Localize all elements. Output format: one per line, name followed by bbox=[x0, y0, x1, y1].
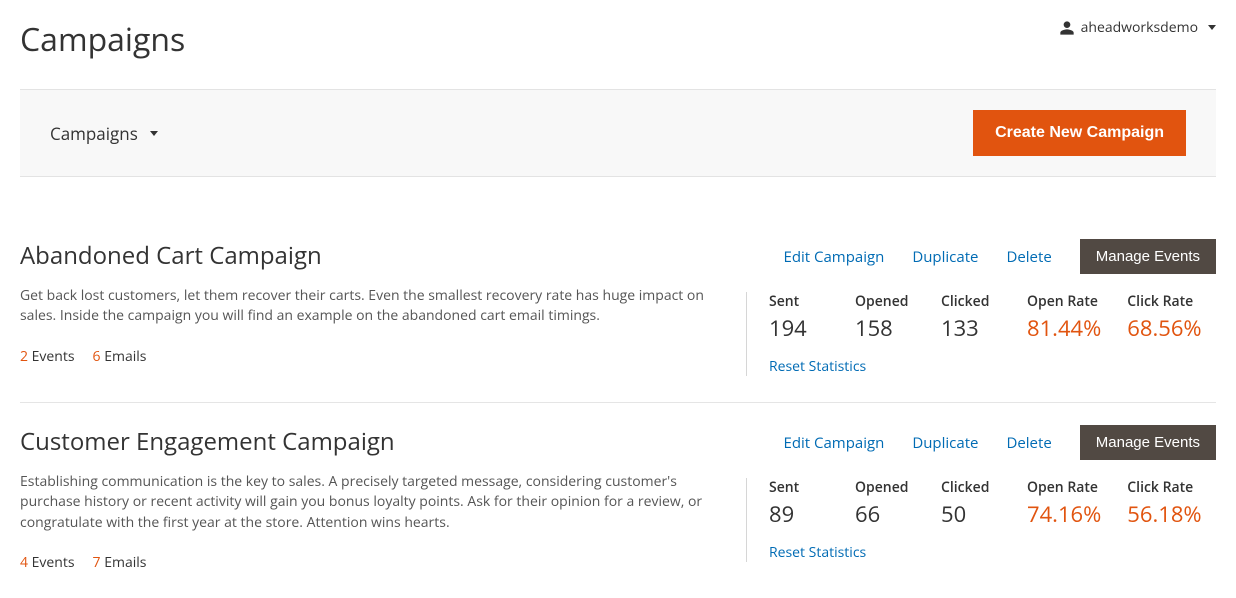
stat-label: Clicked bbox=[941, 292, 1001, 311]
campaign-row: Abandoned Cart Campaign Get back lost cu… bbox=[20, 217, 1216, 403]
emails-number: 6 bbox=[93, 347, 101, 366]
manage-events-button[interactable]: Manage Events bbox=[1080, 239, 1216, 274]
stat-label: Open Rate bbox=[1027, 478, 1101, 497]
campaign-title: Customer Engagement Campaign bbox=[20, 425, 716, 458]
stat-label: Sent bbox=[769, 478, 829, 497]
stat-value: 133 bbox=[941, 313, 1001, 343]
stat-sent: Sent 194 bbox=[769, 292, 829, 343]
stat-label: Opened bbox=[855, 292, 915, 311]
delete-link[interactable]: Delete bbox=[1006, 247, 1051, 267]
events-count: 4 Events bbox=[20, 553, 75, 572]
reset-statistics-link[interactable]: Reset Statistics bbox=[769, 543, 866, 562]
delete-link[interactable]: Delete bbox=[1006, 433, 1051, 453]
stat-label: Sent bbox=[769, 292, 829, 311]
events-label: Events bbox=[32, 553, 75, 572]
emails-count: 6 Emails bbox=[93, 347, 147, 366]
stat-value: 194 bbox=[769, 313, 829, 343]
stat-label: Click Rate bbox=[1127, 292, 1201, 311]
events-number: 2 bbox=[20, 347, 28, 366]
emails-label: Emails bbox=[104, 553, 146, 572]
user-name: aheadworksdemo bbox=[1081, 18, 1198, 37]
stat-opened: Opened 66 bbox=[855, 478, 915, 529]
manage-events-button[interactable]: Manage Events bbox=[1080, 425, 1216, 460]
edit-campaign-link[interactable]: Edit Campaign bbox=[783, 433, 884, 453]
reset-statistics-link[interactable]: Reset Statistics bbox=[769, 357, 866, 376]
stat-value: 158 bbox=[855, 313, 915, 343]
stat-value: 89 bbox=[769, 499, 829, 529]
emails-label: Emails bbox=[104, 347, 146, 366]
edit-campaign-link[interactable]: Edit Campaign bbox=[783, 247, 884, 267]
duplicate-link[interactable]: Duplicate bbox=[912, 247, 978, 267]
stat-click-rate: Click Rate 68.56% bbox=[1127, 292, 1201, 343]
toolbar: Campaigns Create New Campaign bbox=[20, 89, 1216, 177]
page-title: Campaigns bbox=[20, 18, 185, 61]
stat-label: Open Rate bbox=[1027, 292, 1101, 311]
stat-value: 56.18% bbox=[1127, 499, 1201, 529]
stat-opened: Opened 158 bbox=[855, 292, 915, 343]
stat-label: Click Rate bbox=[1127, 478, 1201, 497]
user-icon bbox=[1059, 20, 1075, 36]
events-label: Events bbox=[32, 347, 75, 366]
create-new-campaign-button[interactable]: Create New Campaign bbox=[973, 110, 1186, 156]
campaign-description: Get back lost customers, let them recove… bbox=[20, 286, 716, 327]
stat-click-rate: Click Rate 56.18% bbox=[1127, 478, 1201, 529]
stat-label: Clicked bbox=[941, 478, 1001, 497]
campaign-description: Establishing communication is the key to… bbox=[20, 472, 716, 533]
campaign-row: Customer Engagement Campaign Establishin… bbox=[20, 403, 1216, 598]
emails-count: 7 Emails bbox=[93, 553, 147, 572]
stat-value: 81.44% bbox=[1027, 313, 1101, 343]
duplicate-link[interactable]: Duplicate bbox=[912, 433, 978, 453]
stat-value: 50 bbox=[941, 499, 1001, 529]
dropdown-label: Campaigns bbox=[50, 122, 138, 145]
stat-value: 74.16% bbox=[1027, 499, 1101, 529]
stat-value: 68.56% bbox=[1127, 313, 1201, 343]
emails-number: 7 bbox=[93, 553, 101, 572]
user-menu[interactable]: aheadworksdemo bbox=[1059, 18, 1216, 37]
caret-down-icon bbox=[1208, 25, 1216, 30]
events-count: 2 Events bbox=[20, 347, 75, 366]
campaign-title: Abandoned Cart Campaign bbox=[20, 239, 716, 272]
stat-clicked: Clicked 133 bbox=[941, 292, 1001, 343]
stat-clicked: Clicked 50 bbox=[941, 478, 1001, 529]
stat-open-rate: Open Rate 74.16% bbox=[1027, 478, 1101, 529]
campaigns-dropdown[interactable]: Campaigns bbox=[50, 122, 158, 145]
caret-down-icon bbox=[150, 131, 158, 136]
stat-label: Opened bbox=[855, 478, 915, 497]
stat-value: 66 bbox=[855, 499, 915, 529]
stat-sent: Sent 89 bbox=[769, 478, 829, 529]
stat-open-rate: Open Rate 81.44% bbox=[1027, 292, 1101, 343]
events-number: 4 bbox=[20, 553, 28, 572]
